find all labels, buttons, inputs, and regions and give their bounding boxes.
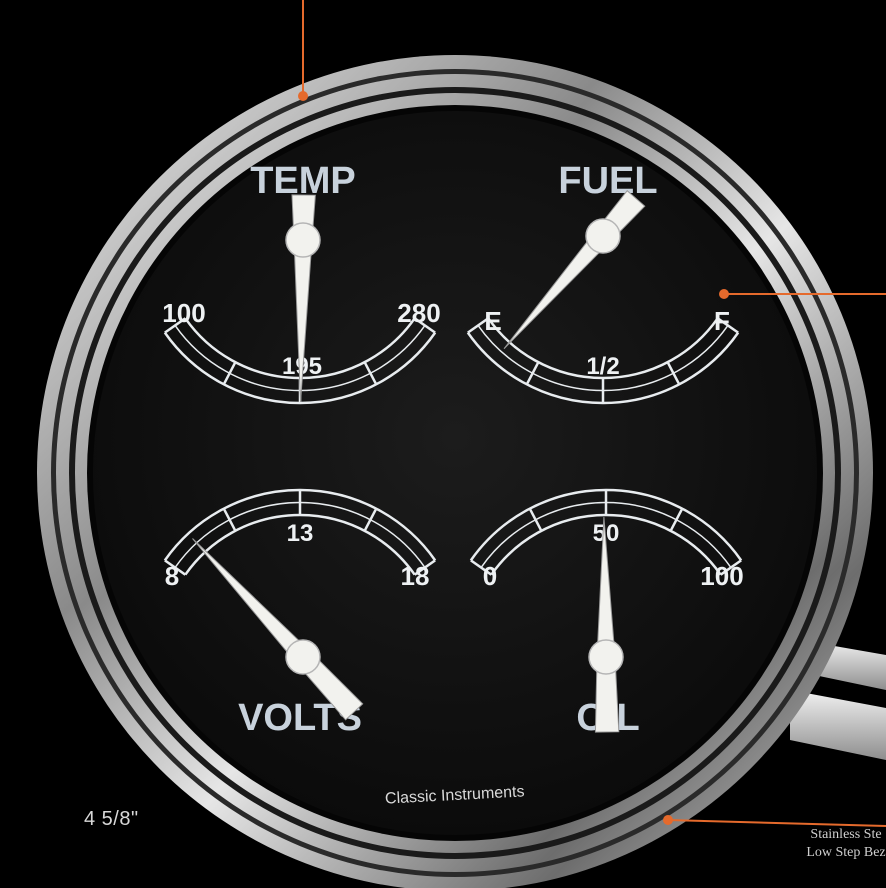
fuel-min-label: E (484, 306, 501, 336)
oil-min-label: 0 (483, 561, 497, 591)
temp-max-label: 280 (397, 298, 440, 328)
volts-max-label: 18 (401, 561, 430, 591)
oil-max-label: 100 (700, 561, 743, 591)
temp-min-label: 100 (162, 298, 205, 328)
gauge-dial (93, 111, 817, 835)
size-label: 4 5/8" (84, 808, 139, 830)
bezel-callout-line-2: Low Step Bez (806, 845, 886, 860)
fuel-needle-hub (585, 218, 621, 254)
fuel-mid-label: 1/2 (586, 353, 619, 380)
volts-min-label: 8 (165, 561, 179, 591)
volts-needle-hub (285, 639, 321, 675)
fuel-title: FUEL (558, 160, 657, 202)
bezel-callout-line-1: Stainless Ste (810, 827, 882, 842)
temp-needle-hub (285, 222, 321, 258)
gauge-scene: TEMP FUEL VOLTS OIL 100 195 280 E 1/2 F … (37, 0, 886, 888)
oil-needle-hub (588, 639, 624, 675)
volts-mid-label: 13 (287, 520, 314, 547)
fuel-max-label: F (714, 306, 730, 336)
bezel-callout: Stainless Ste Low Step Bez (776, 826, 886, 862)
